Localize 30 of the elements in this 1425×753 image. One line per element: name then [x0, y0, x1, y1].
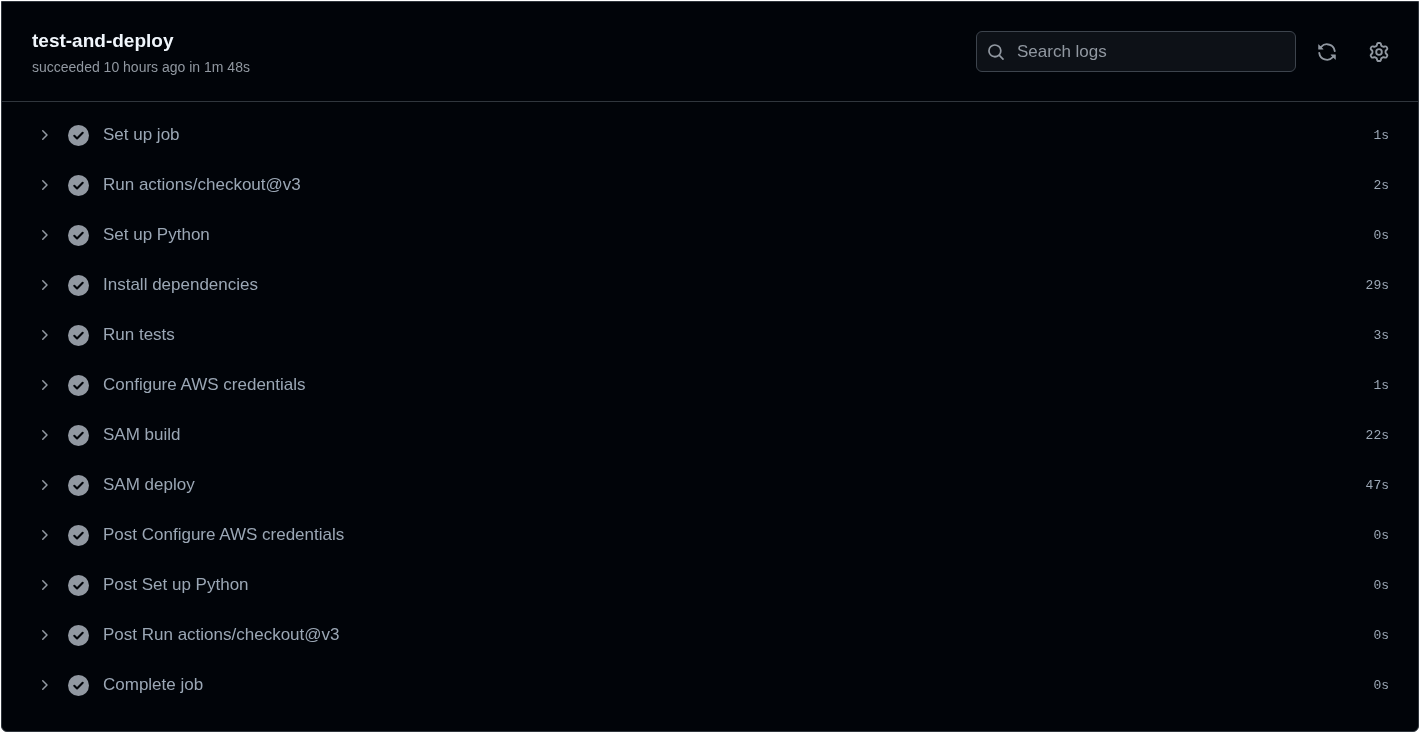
step-duration: 22s — [1365, 427, 1389, 443]
step-duration: 0s — [1373, 677, 1389, 693]
settings-icon — [1369, 41, 1389, 62]
step-duration: 29s — [1365, 277, 1389, 293]
search-icon — [987, 42, 1005, 61]
step-duration: 0s — [1373, 577, 1389, 593]
step-name[interactable]: Set up job — [103, 125, 180, 145]
step-duration: 0s — [1373, 527, 1389, 543]
step-name[interactable]: Post Run actions/checkout@v3 — [103, 625, 340, 645]
refresh-icon — [1317, 41, 1337, 62]
step-name[interactable]: SAM build — [103, 425, 181, 445]
job-summary: succeeded 10 hours ago in 1m 48s — [32, 58, 250, 76]
search-field[interactable]: Search logs — [976, 31, 1296, 72]
step-name[interactable]: Post Configure AWS credentials — [103, 525, 345, 545]
step-name[interactable]: Post Set up Python — [103, 575, 249, 595]
step-name[interactable]: SAM deploy — [103, 475, 195, 495]
step-name[interactable]: Run actions/checkout@v3 — [103, 175, 301, 195]
step-name[interactable]: Complete job — [103, 675, 204, 695]
step-duration: 0s — [1373, 227, 1389, 243]
job-title: test-and-deploy — [32, 30, 175, 52]
step-duration: 0s — [1373, 627, 1389, 643]
step-name[interactable]: Run tests — [103, 325, 175, 345]
step-name[interactable]: Install dependencies — [103, 275, 258, 295]
step-duration: 2s — [1373, 177, 1389, 193]
step-duration: 1s — [1373, 377, 1389, 393]
step-duration: 47s — [1365, 477, 1389, 493]
step-name[interactable]: Configure AWS credentials — [103, 375, 306, 395]
step-duration: 3s — [1373, 327, 1389, 343]
step-duration: 1s — [1373, 127, 1389, 143]
step-name[interactable]: Set up Python — [103, 225, 210, 245]
